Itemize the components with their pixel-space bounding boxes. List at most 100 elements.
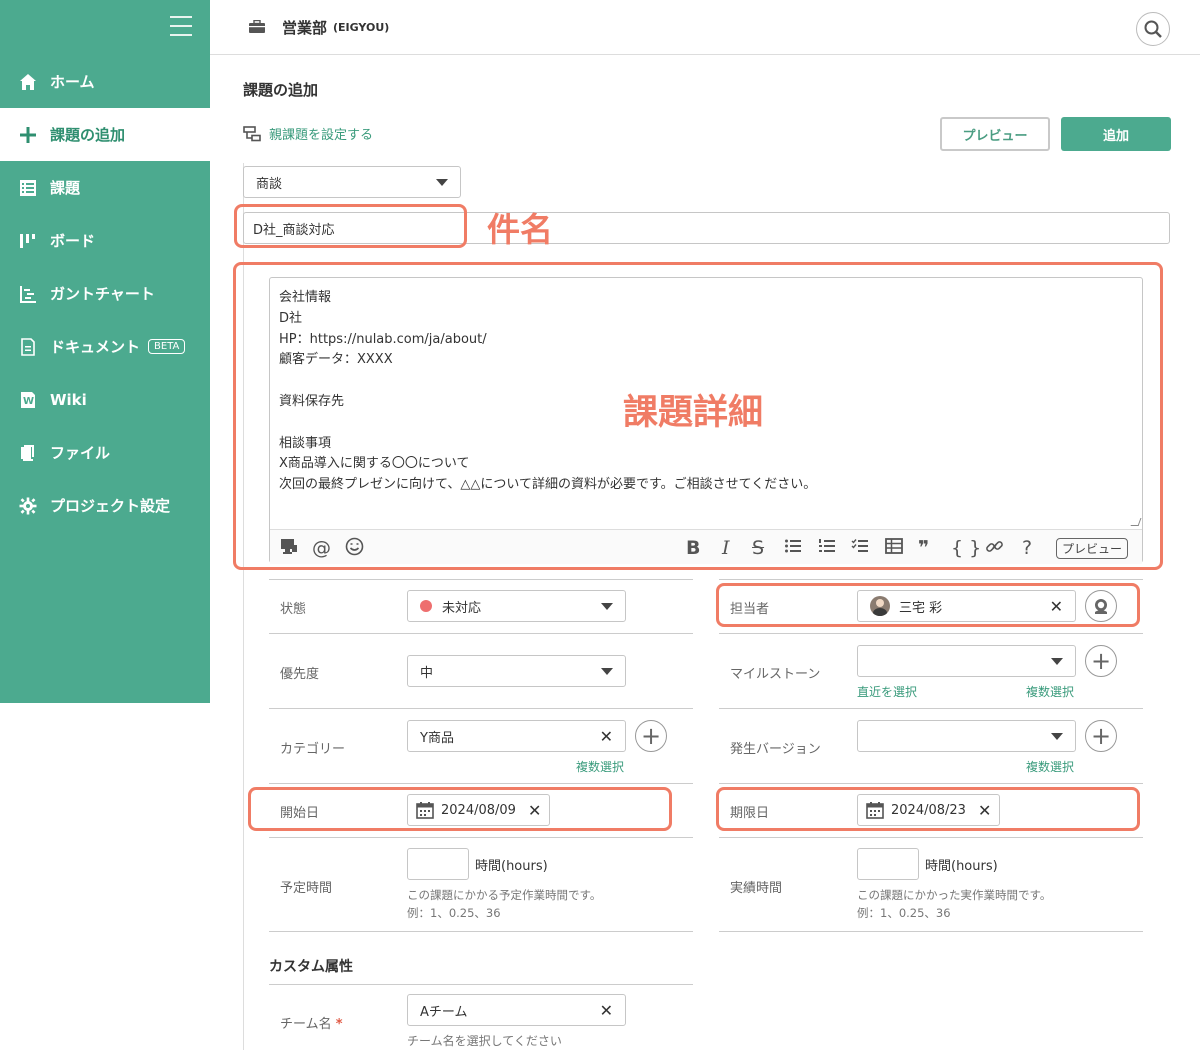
- sidebar-item-label: プロジェクト設定: [50, 497, 171, 515]
- bold-icon[interactable]: B: [686, 537, 700, 559]
- assign-to-me-button[interactable]: [1085, 590, 1117, 622]
- status-select[interactable]: 未対応: [407, 590, 626, 622]
- strikethrough-icon[interactable]: S: [752, 537, 764, 559]
- add-milestone-button[interactable]: +: [1085, 645, 1117, 677]
- code-icon[interactable]: { }: [951, 537, 981, 559]
- estimated-hours-input[interactable]: [407, 848, 469, 880]
- editor-toolbar: @ B I S ❞ { } ? プレビュー: [270, 529, 1142, 564]
- version-multi-link[interactable]: 複数選択: [1026, 758, 1074, 775]
- project-name[interactable]: 営業部: [282, 17, 327, 38]
- divider: [269, 783, 693, 784]
- emoji-icon[interactable]: [345, 537, 364, 561]
- due-date-field[interactable]: 2024/08/23 ✕: [857, 794, 1001, 826]
- actual-hours-unit: 時間(hours): [925, 859, 998, 874]
- start-date-field[interactable]: 2024/08/09 ✕: [407, 794, 551, 826]
- plus-icon: +: [640, 722, 662, 750]
- project-header: 営業部 (EIGYOU): [210, 0, 1200, 55]
- clear-icon[interactable]: ✕: [600, 727, 613, 746]
- sidebar-item-add-issue[interactable]: 課題の追加: [0, 108, 210, 161]
- status-value: 未対応: [442, 600, 482, 616]
- sidebar-item-gantt[interactable]: ガントチャート: [0, 267, 210, 320]
- estimated-hours-label: 予定時間: [280, 881, 333, 896]
- sidebar-item-label: 課題の追加: [50, 126, 126, 144]
- add-button[interactable]: 追加: [1061, 117, 1171, 151]
- assignee-select[interactable]: 三宅 彩 ✕: [857, 590, 1076, 622]
- chevron-down-icon: [601, 603, 613, 610]
- plus-icon: +: [1090, 722, 1112, 750]
- milestone-label: マイルストーン: [730, 667, 821, 682]
- start-date-label: 開始日: [280, 806, 320, 821]
- italic-icon[interactable]: I: [722, 537, 730, 559]
- clear-icon[interactable]: ✕: [528, 801, 541, 820]
- team-label: チーム名 *: [280, 1013, 343, 1032]
- chevron-down-icon: [436, 179, 448, 186]
- divider: [269, 931, 693, 932]
- board-icon: [18, 231, 38, 251]
- svg-text:W: W: [23, 396, 34, 407]
- avatar: [870, 596, 890, 616]
- milestone-recent-link[interactable]: 直近を選択: [857, 683, 917, 700]
- link-icon[interactable]: [985, 537, 1004, 561]
- version-select[interactable]: [857, 720, 1076, 752]
- add-category-button[interactable]: +: [635, 720, 667, 752]
- checklist-icon[interactable]: [851, 537, 869, 560]
- assignee-value: 三宅 彩: [899, 600, 943, 616]
- sidebar-item-wiki[interactable]: W Wiki: [0, 373, 210, 426]
- sidebar-item-issues[interactable]: 課題: [0, 161, 210, 214]
- help-icon[interactable]: ?: [1022, 537, 1032, 559]
- actual-hours-input[interactable]: [857, 848, 919, 880]
- set-parent-issue-link[interactable]: 親課題を設定する: [243, 124, 373, 143]
- clear-icon[interactable]: ✕: [1050, 597, 1063, 616]
- parent-link-label: 親課題を設定する: [269, 128, 374, 143]
- estimated-hours-hint: この課題にかかる予定作業時間です。: [407, 888, 602, 902]
- divider: [719, 783, 1143, 784]
- page-title: 課題の追加: [243, 81, 319, 99]
- sidebar-item-document[interactable]: ドキュメント BETA: [0, 320, 210, 373]
- resize-handle[interactable]: [1130, 518, 1142, 526]
- sidebar-item-label: ホーム: [50, 73, 95, 91]
- issue-type-value: 商談: [256, 176, 283, 192]
- estimated-hours-unit: 時間(hours): [475, 859, 548, 874]
- plus-icon: +: [1090, 647, 1112, 675]
- team-value: Aチーム: [420, 1004, 468, 1020]
- subject-input[interactable]: D社_商談対応: [243, 212, 1170, 244]
- sidebar-item-board[interactable]: ボード: [0, 214, 210, 267]
- divider: [719, 633, 1143, 634]
- gear-icon: [18, 496, 38, 516]
- clear-icon[interactable]: ✕: [600, 1001, 613, 1020]
- preview-button[interactable]: プレビュー: [940, 117, 1050, 151]
- sidebar-item-files[interactable]: ファイル: [0, 426, 210, 479]
- category-select[interactable]: Y商品 ✕: [407, 720, 626, 752]
- category-value: Y商品: [420, 730, 454, 746]
- bullet-list-icon[interactable]: [784, 537, 802, 560]
- subject-annotation: 件名: [487, 210, 553, 249]
- sidebar-item-home[interactable]: ホーム: [0, 55, 210, 108]
- custom-attributes-title: カスタム属性: [269, 959, 353, 975]
- hamburger-menu-icon[interactable]: [170, 16, 192, 36]
- add-version-button[interactable]: +: [1085, 720, 1117, 752]
- issue-type-select[interactable]: 商談: [243, 166, 461, 198]
- editor-preview-button[interactable]: プレビュー: [1055, 538, 1128, 559]
- mention-icon[interactable]: @: [312, 537, 331, 559]
- document-icon: [18, 337, 38, 357]
- file-icon: [18, 443, 38, 463]
- sidebar-top: [0, 0, 210, 55]
- numbered-list-icon[interactable]: [818, 537, 836, 560]
- required-mark: *: [335, 1017, 343, 1032]
- sidebar-item-project-settings[interactable]: プロジェクト設定: [0, 479, 210, 532]
- category-multi-link[interactable]: 複数選択: [576, 758, 624, 775]
- chevron-down-icon: [1051, 733, 1063, 740]
- priority-select[interactable]: 中: [407, 655, 626, 687]
- milestone-multi-link[interactable]: 複数選択: [1026, 683, 1074, 700]
- beta-badge: BETA: [148, 339, 186, 354]
- sidebar-item-label: ボード: [50, 232, 96, 250]
- search-button[interactable]: [1136, 12, 1170, 46]
- calendar-icon: [866, 802, 884, 819]
- clear-icon[interactable]: ✕: [978, 801, 991, 820]
- attachment-icon[interactable]: [280, 537, 298, 560]
- team-select[interactable]: Aチーム ✕: [407, 994, 626, 1026]
- briefcase-icon: [249, 20, 265, 33]
- table-icon[interactable]: [885, 537, 903, 560]
- milestone-select[interactable]: [857, 645, 1076, 677]
- quote-icon[interactable]: ❞: [918, 537, 929, 559]
